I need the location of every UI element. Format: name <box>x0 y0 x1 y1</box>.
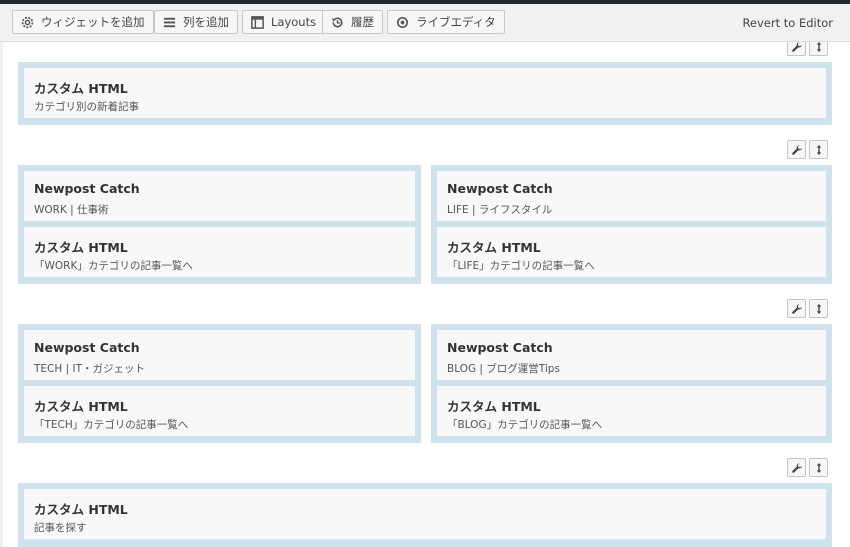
move-arrows-icon <box>813 144 825 156</box>
widget-description: BLOG | ブログ運営Tips <box>447 363 560 375</box>
widget-title: カスタム HTML <box>34 399 128 414</box>
add-row-button[interactable]: 列を追加 <box>154 10 238 34</box>
widget-card[interactable]: カスタム HTML 記事を探す <box>24 489 826 539</box>
row-move-button[interactable] <box>809 458 828 477</box>
live-editor-label: ライブエディタ <box>416 15 496 29</box>
widget-title: カスタム HTML <box>34 81 128 96</box>
widget-description: TECH | IT・ガジェット <box>34 363 145 375</box>
widget-card[interactable]: Newpost Catch LIFE | ライフスタイル <box>437 171 826 221</box>
wrench-icon <box>791 42 803 53</box>
add-widget-button[interactable]: ウィジェットを追加 <box>12 10 154 34</box>
widget-description: 「BLOG」カテゴリの記事一覧へ <box>447 419 603 431</box>
widget-title: カスタム HTML <box>34 240 128 255</box>
row-3-cell-1: Newpost Catch TECH | IT・ガジェット カスタム HTML … <box>18 324 421 443</box>
widget-description: LIFE | ライフスタイル <box>447 204 553 216</box>
widget-description: カテゴリ別の新着記事 <box>34 101 139 113</box>
row-3-cell-2: Newpost Catch BLOG | ブログ運営Tips カスタム HTML… <box>431 324 832 443</box>
row-2-controls <box>787 140 828 159</box>
widget-card[interactable]: カスタム HTML カテゴリ別の新着記事 <box>24 68 826 118</box>
move-arrows-icon <box>813 42 825 53</box>
wrench-icon <box>791 144 803 156</box>
widget-title: カスタム HTML <box>447 399 541 414</box>
wrench-icon <box>791 303 803 315</box>
add-widget-label: ウィジェットを追加 <box>41 15 145 29</box>
widget-card[interactable]: カスタム HTML 「WORK」カテゴリの記事一覧へ <box>24 227 415 277</box>
builder-toolbar: ウィジェットを追加 列を追加 Layouts 履歴 ライブエディタ Revert… <box>0 4 850 42</box>
widget-card[interactable]: Newpost Catch WORK | 仕事術 <box>24 171 415 221</box>
page-builder-canvas: カスタム HTML カテゴリ別の新着記事 Newpost Catch WORK … <box>3 42 850 547</box>
menu-lines-icon <box>162 15 177 30</box>
row-2-cell-1: Newpost Catch WORK | 仕事術 カスタム HTML 「WORK… <box>18 165 421 284</box>
row-1-controls <box>787 42 828 56</box>
row-edit-button[interactable] <box>787 140 806 159</box>
revert-to-editor-link[interactable]: Revert to Editor <box>742 16 833 30</box>
history-label: 履歴 <box>351 15 374 29</box>
widget-description: 記事を探す <box>34 522 87 534</box>
widget-title: Newpost Catch <box>447 181 553 196</box>
row-4-cell-1: カスタム HTML 記事を探す <box>18 483 832 547</box>
row-1-cell-1: カスタム HTML カテゴリ別の新着記事 <box>18 62 832 125</box>
history-icon <box>330 15 345 30</box>
widget-card[interactable]: カスタム HTML 「LIFE」カテゴリの記事一覧へ <box>437 227 826 277</box>
row-edit-button[interactable] <box>787 299 806 318</box>
add-row-label: 列を追加 <box>183 15 229 29</box>
widget-title: Newpost Catch <box>34 340 140 355</box>
widget-card[interactable]: Newpost Catch BLOG | ブログ運営Tips <box>437 330 826 380</box>
move-arrows-icon <box>813 462 825 474</box>
row-edit-button[interactable] <box>787 458 806 477</box>
widget-title: カスタム HTML <box>447 240 541 255</box>
widget-title: カスタム HTML <box>34 502 128 517</box>
widget-title: Newpost Catch <box>447 340 553 355</box>
row-move-button[interactable] <box>809 299 828 318</box>
move-arrows-icon <box>813 303 825 315</box>
row-2-cell-2: Newpost Catch LIFE | ライフスタイル カスタム HTML 「… <box>431 165 832 284</box>
row-edit-button[interactable] <box>787 42 806 56</box>
widget-card[interactable]: カスタム HTML 「TECH」カテゴリの記事一覧へ <box>24 386 415 436</box>
layouts-button[interactable]: Layouts <box>242 10 326 34</box>
row-move-button[interactable] <box>809 42 828 56</box>
widget-card[interactable]: カスタム HTML 「BLOG」カテゴリの記事一覧へ <box>437 386 826 436</box>
row-4-controls <box>787 458 828 477</box>
layouts-label: Layouts <box>271 15 317 29</box>
row-3-controls <box>787 299 828 318</box>
gear-icon <box>20 15 35 30</box>
layout-icon <box>250 15 265 30</box>
widget-description: WORK | 仕事術 <box>34 204 109 216</box>
widget-card[interactable]: Newpost Catch TECH | IT・ガジェット <box>24 330 415 380</box>
widget-description: 「WORK」カテゴリの記事一覧へ <box>34 260 193 272</box>
eye-icon <box>395 15 410 30</box>
live-editor-button[interactable]: ライブエディタ <box>387 10 505 34</box>
widget-description: 「LIFE」カテゴリの記事一覧へ <box>447 260 595 272</box>
widget-description: 「TECH」カテゴリの記事一覧へ <box>34 419 189 431</box>
widget-title: Newpost Catch <box>34 181 140 196</box>
row-move-button[interactable] <box>809 140 828 159</box>
history-button[interactable]: 履歴 <box>322 10 383 34</box>
wrench-icon <box>791 462 803 474</box>
